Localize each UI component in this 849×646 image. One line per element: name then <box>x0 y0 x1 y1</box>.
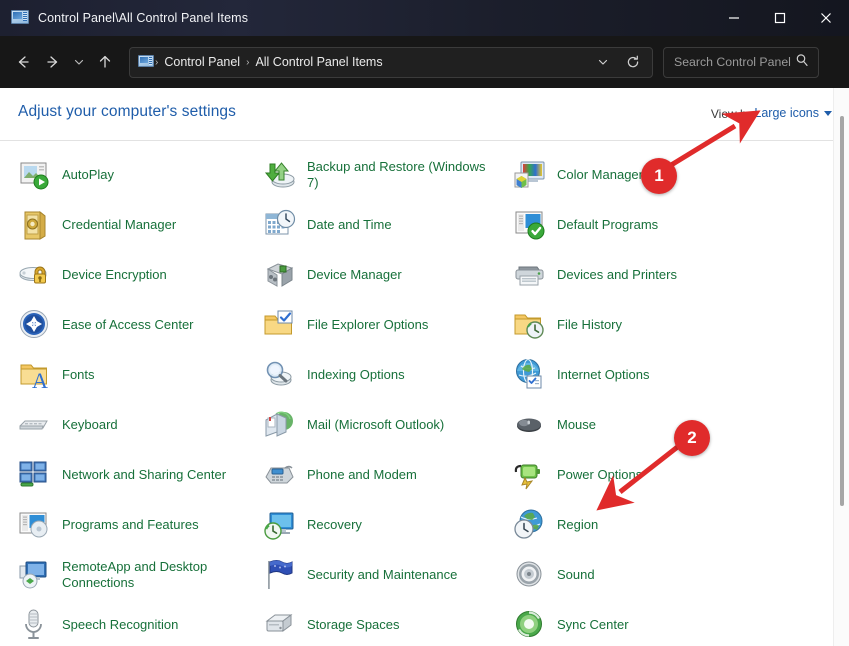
annotation-badge-2: 2 <box>674 420 710 456</box>
control-panel-window: Control Panel\All Control Panel Items <box>0 0 849 646</box>
annotation-arrows <box>0 0 849 646</box>
annotation-badge-1: 1 <box>641 158 677 194</box>
